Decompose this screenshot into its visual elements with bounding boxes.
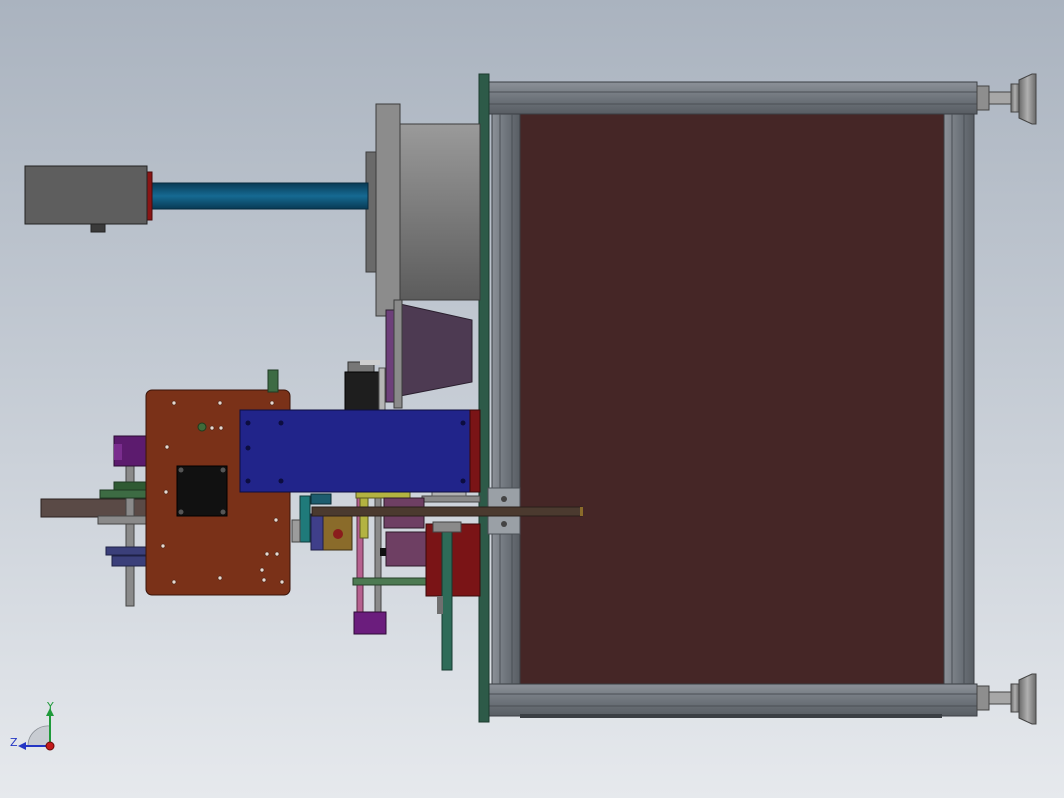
purple-end-block (353, 611, 387, 635)
stepper-motor[interactable] (344, 360, 386, 411)
frame-assembly[interactable] (478, 73, 978, 723)
drum-assembly[interactable] (365, 103, 481, 409)
motor-assembly[interactable] (24, 165, 369, 233)
frame-top-profile (486, 81, 978, 115)
drum-flange (375, 103, 401, 317)
blue-housing-body (239, 409, 473, 493)
leveling-foot-top[interactable] (976, 73, 1037, 125)
frame-back-panel (517, 111, 947, 687)
machine-assembly-drawing[interactable]: Y Z (0, 0, 1064, 798)
frame-left-profile (491, 113, 521, 685)
y-axis-label: Y (46, 700, 54, 713)
dark-red-block (425, 523, 481, 597)
left-rods[interactable] (97, 435, 149, 607)
drum-hub (399, 123, 481, 301)
frame-bottom-profile (486, 683, 978, 717)
motor-box (24, 165, 148, 225)
axis-triad: Y Z (10, 700, 55, 751)
z-axis-label: Z (10, 736, 18, 749)
square-cutout (176, 465, 228, 517)
frame-right-profile (943, 113, 975, 685)
leveling-foot-bottom[interactable] (976, 673, 1037, 725)
cad-viewport[interactable]: Y Z (0, 0, 1064, 798)
x-axis-origin (45, 741, 55, 751)
drum-support-bracket (399, 303, 473, 397)
drive-shaft (147, 182, 369, 210)
blue-housing[interactable] (239, 409, 481, 493)
